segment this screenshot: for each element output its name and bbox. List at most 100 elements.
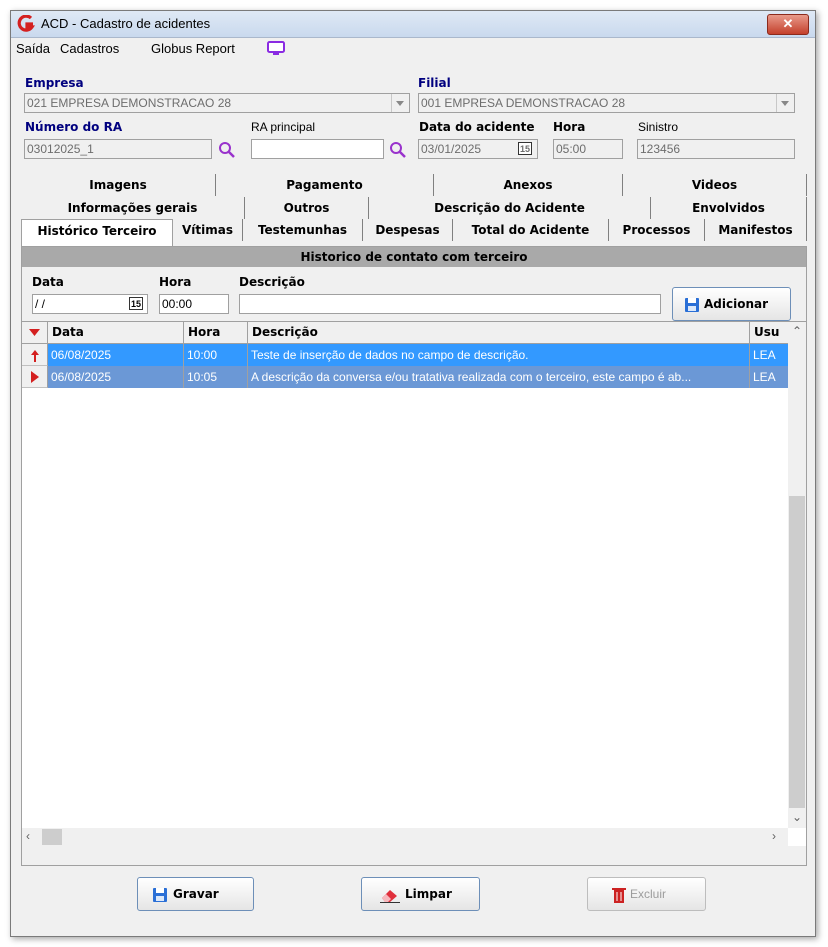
empresa-value: 021 EMPRESA DEMONSTRACAO 28 xyxy=(27,96,232,110)
data-acidente-field[interactable]: 03/01/2025 15 xyxy=(418,139,538,159)
hora-field[interactable]: 05:00 xyxy=(553,139,623,159)
numero-ra-field[interactable]: 03012025_1 xyxy=(24,139,212,159)
tab-pagamento[interactable]: Pagamento xyxy=(216,174,434,196)
scroll-right-icon[interactable]: › xyxy=(772,829,776,843)
menu-bar: Saída Cadastros Globus Report xyxy=(11,38,815,59)
limpar-label: Limpar xyxy=(405,887,452,901)
ra-principal-field[interactable] xyxy=(251,139,384,159)
hist-hora-field[interactable]: 00:00 xyxy=(159,294,229,314)
hist-data-value: / / xyxy=(35,297,46,311)
hist-descricao-label: Descrição xyxy=(239,275,305,289)
menu-globus-report[interactable]: Globus Report xyxy=(151,41,235,56)
tab-row-3: Histórico Terceiro Vítimas Testemunhas D… xyxy=(11,219,815,246)
historico-grid[interactable]: Data Hora Descrição Usu 06/08/2025 10:00… xyxy=(22,321,806,846)
edit-row-icon xyxy=(31,350,39,362)
col-header-usuario[interactable]: Usu xyxy=(750,322,788,343)
horizontal-scroll-thumb[interactable] xyxy=(42,829,62,845)
scroll-down-icon[interactable]: ⌄ xyxy=(792,810,802,824)
tab-envolvidos[interactable]: Envolvidos xyxy=(651,197,807,219)
calendar-icon[interactable]: 15 xyxy=(518,142,532,155)
chevron-down-icon[interactable] xyxy=(776,94,794,112)
eraser-icon xyxy=(380,890,400,903)
tab-videos[interactable]: Videos xyxy=(623,174,807,196)
adicionar-label: Adicionar xyxy=(704,297,769,311)
sinistro-label: Sinistro xyxy=(638,120,679,134)
main-window: ACD - Cadastro de acidentes ✕ Saída Cada… xyxy=(10,10,816,937)
tab-row-1: Imagens Pagamento Anexos Videos xyxy=(11,174,815,196)
app-logo-icon xyxy=(17,15,35,32)
chevron-down-icon[interactable] xyxy=(391,94,409,112)
tab-row-2: Informações gerais Outros Descrição do A… xyxy=(11,197,815,219)
horizontal-scrollbar[interactable]: ‹ › xyxy=(22,828,788,846)
menu-saida[interactable]: Saída xyxy=(16,41,50,56)
hora-label: Hora xyxy=(553,120,586,134)
title-bar: ACD - Cadastro de acidentes ✕ xyxy=(11,11,815,38)
historico-panel: Historico de contato com terceiro Data /… xyxy=(21,246,807,866)
col-header-data[interactable]: Data xyxy=(48,322,184,343)
tab-testemunhas[interactable]: Testemunhas xyxy=(243,219,363,241)
gravar-label: Gravar xyxy=(173,887,219,901)
calendar-icon[interactable]: 15 xyxy=(129,297,143,310)
tab-total-acidente[interactable]: Total do Acidente xyxy=(453,219,609,241)
filial-label: Filial xyxy=(418,76,451,90)
tab-imagens[interactable]: Imagens xyxy=(21,174,216,196)
excluir-label: Excluir xyxy=(630,887,667,901)
cell-data: 06/08/2025 xyxy=(48,366,184,388)
numero-ra-label: Número do RA xyxy=(25,120,123,134)
scroll-left-icon[interactable]: ‹ xyxy=(26,829,30,843)
monitor-icon[interactable] xyxy=(267,41,285,56)
cell-hora: 10:05 xyxy=(184,366,248,388)
cell-usuario: LEA xyxy=(750,366,788,388)
cell-descricao: Teste de inserção de dados no campo de d… xyxy=(248,344,750,366)
data-acidente-label: Data do acidente xyxy=(419,120,535,134)
filial-select[interactable]: 001 EMPRESA DEMONSTRACAO 28 xyxy=(418,93,795,113)
row-marker xyxy=(22,344,48,366)
sinistro-field[interactable]: 123456 xyxy=(637,139,795,159)
tab-historico-terceiro[interactable]: Histórico Terceiro xyxy=(21,219,173,246)
vertical-scroll-thumb[interactable] xyxy=(789,496,805,808)
ra-principal-label: RA principal xyxy=(251,120,316,134)
save-icon xyxy=(153,888,167,902)
limpar-button[interactable]: Limpar xyxy=(361,877,480,911)
table-row[interactable]: 06/08/2025 10:05 A descrição da conversa… xyxy=(22,366,788,388)
close-button[interactable]: ✕ xyxy=(767,14,809,35)
hist-descricao-field[interactable] xyxy=(239,294,661,314)
cell-descricao: A descrição da conversa e/ou tratativa r… xyxy=(248,366,750,388)
filial-value: 001 EMPRESA DEMONSTRACAO 28 xyxy=(421,96,626,110)
table-row[interactable]: 06/08/2025 10:00 Teste de inserção de da… xyxy=(22,344,788,366)
hist-data-label: Data xyxy=(32,275,64,289)
hist-data-field[interactable]: / / 15 xyxy=(32,294,148,314)
current-row-icon xyxy=(31,371,39,383)
tab-processos[interactable]: Processos xyxy=(609,219,705,241)
cell-data: 06/08/2025 xyxy=(48,344,184,366)
vertical-scrollbar[interactable]: ⌃ ⌄ xyxy=(788,322,806,828)
cell-hora: 10:00 xyxy=(184,344,248,366)
tab-vitimas[interactable]: Vítimas xyxy=(173,219,243,241)
search-icon[interactable] xyxy=(389,141,407,159)
data-acidente-value: 03/01/2025 xyxy=(421,142,482,156)
tab-manifestos[interactable]: Manifestos xyxy=(705,219,807,241)
col-header-hora[interactable]: Hora xyxy=(184,322,248,343)
adicionar-button[interactable]: Adicionar xyxy=(672,287,791,321)
row-marker xyxy=(22,366,48,388)
grid-header: Data Hora Descrição Usu xyxy=(22,322,788,344)
trash-icon xyxy=(612,888,626,903)
empresa-select[interactable]: 021 EMPRESA DEMONSTRACAO 28 xyxy=(24,93,410,113)
empresa-label: Empresa xyxy=(25,76,84,90)
sort-indicator-icon[interactable] xyxy=(22,322,48,343)
cell-usuario: LEA xyxy=(750,344,788,366)
tab-descricao-acidente[interactable]: Descrição do Acidente xyxy=(369,197,651,219)
search-icon[interactable] xyxy=(218,141,236,159)
gravar-button[interactable]: Gravar xyxy=(137,877,254,911)
tab-informacoes-gerais[interactable]: Informações gerais xyxy=(21,197,245,219)
menu-cadastros[interactable]: Cadastros xyxy=(60,41,119,56)
tab-despesas[interactable]: Despesas xyxy=(363,219,453,241)
tab-outros[interactable]: Outros xyxy=(245,197,369,219)
save-icon xyxy=(685,298,699,312)
window-title: ACD - Cadastro de acidentes xyxy=(41,16,211,31)
tab-anexos[interactable]: Anexos xyxy=(434,174,623,196)
col-header-descricao[interactable]: Descrição xyxy=(248,322,750,343)
excluir-button[interactable]: Excluir xyxy=(587,877,706,911)
scroll-up-icon[interactable]: ⌃ xyxy=(792,324,802,338)
hist-hora-label: Hora xyxy=(159,275,192,289)
